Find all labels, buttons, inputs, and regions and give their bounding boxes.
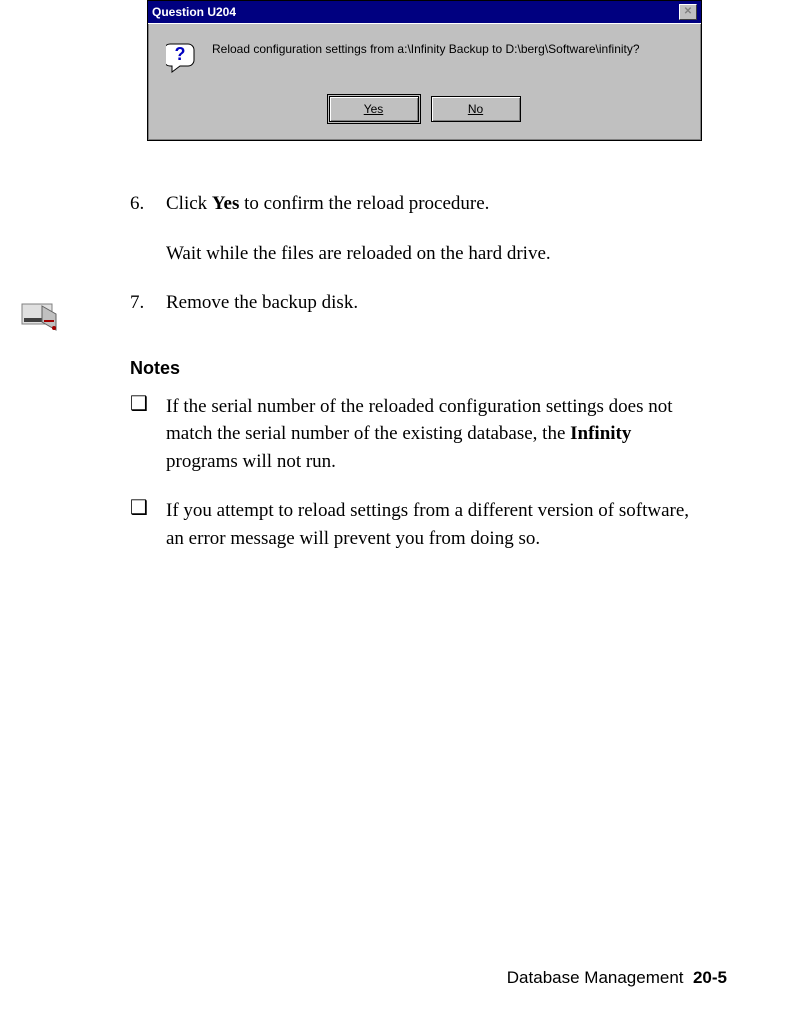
text: programs will not run. xyxy=(166,451,336,472)
text: to confirm the reload procedure. xyxy=(239,193,489,214)
no-label: No xyxy=(468,102,483,116)
page-footer: Database Management 20-5 xyxy=(507,966,727,991)
footer-page-number: 20-5 xyxy=(693,968,727,987)
svg-text:?: ? xyxy=(175,44,186,64)
question-icon: ? xyxy=(166,42,198,74)
yes-label: Yes xyxy=(364,102,384,116)
floppy-disk-icon xyxy=(20,300,60,334)
text-bold: Infinity xyxy=(570,423,631,444)
checkbox-bullet-icon: ❑ xyxy=(130,393,160,476)
step-6: 6. Click Yes to confirm the reload proce… xyxy=(130,190,690,267)
dialog-buttons: Yes No xyxy=(160,96,689,122)
note-body: If you attempt to reload settings from a… xyxy=(160,497,690,552)
step-6-sub: Wait while the files are reloaded on the… xyxy=(166,240,690,268)
step-number: 7. xyxy=(130,289,160,317)
note-2: ❑ If you attempt to reload settings from… xyxy=(130,497,690,552)
step-body: Click Yes to confirm the reload procedur… xyxy=(160,190,690,267)
text: Click xyxy=(166,193,212,214)
dialog-body: ? Reload configuration settings from a:\… xyxy=(148,23,701,140)
note-1: ❑ If the serial number of the reloaded c… xyxy=(130,393,690,476)
text-bold: Yes xyxy=(212,193,239,214)
step-7: 7. Remove the backup disk. xyxy=(130,289,690,317)
step-number: 6. xyxy=(130,190,160,267)
checkbox-bullet-icon: ❑ xyxy=(130,497,160,552)
no-button[interactable]: No xyxy=(431,96,521,122)
notes-heading: Notes xyxy=(130,355,690,381)
dialog-title: Question U204 xyxy=(152,2,236,22)
footer-section: Database Management xyxy=(507,968,684,987)
dialog-message: Reload configuration settings from a:\In… xyxy=(212,42,640,56)
close-icon[interactable]: ✕ xyxy=(679,4,697,20)
dialog-titlebar: Question U204 ✕ xyxy=(148,1,701,23)
page: Question U204 ✕ ? Reload configuration s… xyxy=(0,0,799,1013)
content: 6. Click Yes to confirm the reload proce… xyxy=(130,190,690,574)
note-body: If the serial number of the reloaded con… xyxy=(160,393,690,476)
yes-button[interactable]: Yes xyxy=(329,96,419,122)
step-body: Remove the backup disk. xyxy=(160,289,690,317)
question-dialog: Question U204 ✕ ? Reload configuration s… xyxy=(147,0,702,141)
